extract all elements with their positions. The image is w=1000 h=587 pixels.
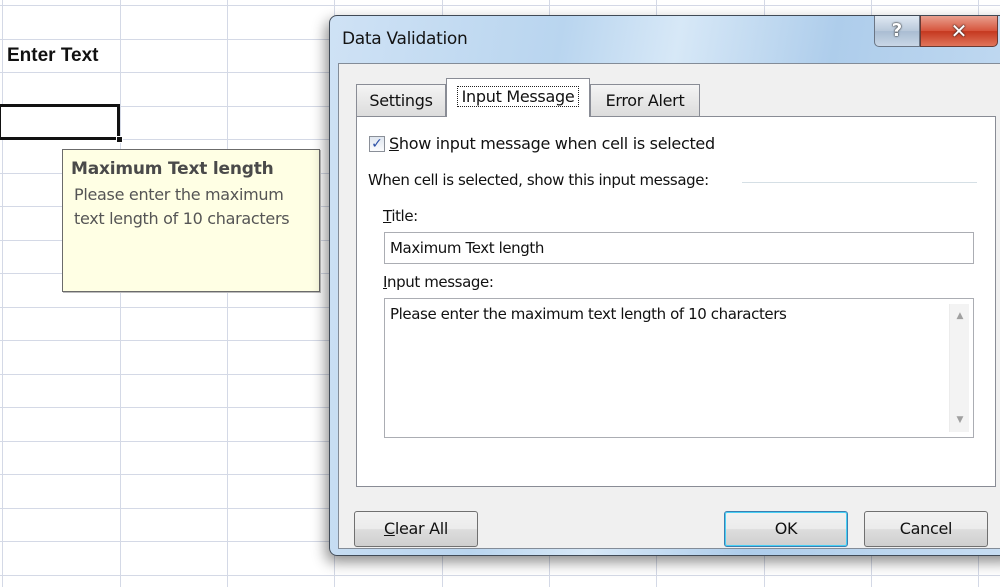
- input-message-label: Input message:: [383, 273, 494, 291]
- cell-enter-text[interactable]: Enter Text: [7, 45, 99, 67]
- accesskey: S: [389, 134, 399, 153]
- grid-row-line: [0, 575, 1000, 576]
- title-label: Title:: [383, 207, 418, 225]
- tab-input-message[interactable]: Input Message: [446, 78, 590, 117]
- grid-column-line: [2, 0, 3, 587]
- tooltip-title: Maximum Text length: [71, 159, 274, 179]
- show-input-message-label[interactable]: Show input message when cell is selected: [389, 134, 715, 153]
- show-input-message-option[interactable]: ✓ Show input message when cell is select…: [369, 134, 715, 153]
- scroll-down-icon[interactable]: ▼: [950, 412, 970, 428]
- dialog-title: Data Validation: [342, 29, 468, 49]
- fill-handle[interactable]: [116, 136, 123, 143]
- tab-error-alert[interactable]: Error Alert: [590, 84, 700, 116]
- data-validation-dialog: Data Validation ? ✕ Settings Input Messa…: [329, 15, 1000, 556]
- accesskey: C: [383, 519, 395, 538]
- tooltip-message: Please enter the maximum text length of …: [74, 185, 290, 228]
- dialog-body: Settings Input Message Error Alert ✓ Sho…: [338, 63, 1000, 549]
- close-button[interactable]: ✕: [920, 16, 998, 47]
- tab-input-message-label: Input Message: [456, 86, 580, 107]
- title-input[interactable]: [384, 232, 974, 264]
- clear-all-button[interactable]: Clear All: [354, 511, 478, 547]
- label-text: nput message:: [387, 273, 494, 291]
- grid-column-line: [120, 0, 121, 587]
- cancel-button[interactable]: Cancel: [864, 511, 988, 547]
- group-label: When cell is selected, show this input m…: [368, 171, 717, 189]
- input-message-textarea[interactable]: Please enter the maximum text length of …: [384, 298, 974, 438]
- ok-button[interactable]: OK: [724, 511, 848, 547]
- label-text: how input message when cell is selected: [398, 134, 715, 153]
- input-message-tooltip: Maximum Text length Please enter the max…: [62, 149, 320, 292]
- grid-row-line: [0, 5, 1000, 6]
- show-input-message-checkbox[interactable]: ✓: [369, 135, 385, 152]
- tab-settings[interactable]: Settings: [356, 84, 446, 116]
- label-text: lear All: [394, 519, 449, 538]
- textarea-scrollbar[interactable]: ▲ ▼: [949, 304, 969, 432]
- help-icon: ?: [891, 20, 903, 41]
- scroll-up-icon[interactable]: ▲: [950, 308, 970, 324]
- selected-cell[interactable]: [0, 104, 123, 143]
- close-icon: ✕: [950, 19, 968, 43]
- checkmark-icon: ✓: [371, 135, 383, 152]
- group-divider: [742, 182, 977, 183]
- label-text: itle:: [391, 207, 418, 225]
- input-message-panel: ✓ Show input message when cell is select…: [356, 116, 996, 487]
- grid-column-line: [227, 0, 228, 587]
- help-button[interactable]: ?: [874, 16, 920, 47]
- input-message-text: Please enter the maximum text length of …: [390, 305, 787, 323]
